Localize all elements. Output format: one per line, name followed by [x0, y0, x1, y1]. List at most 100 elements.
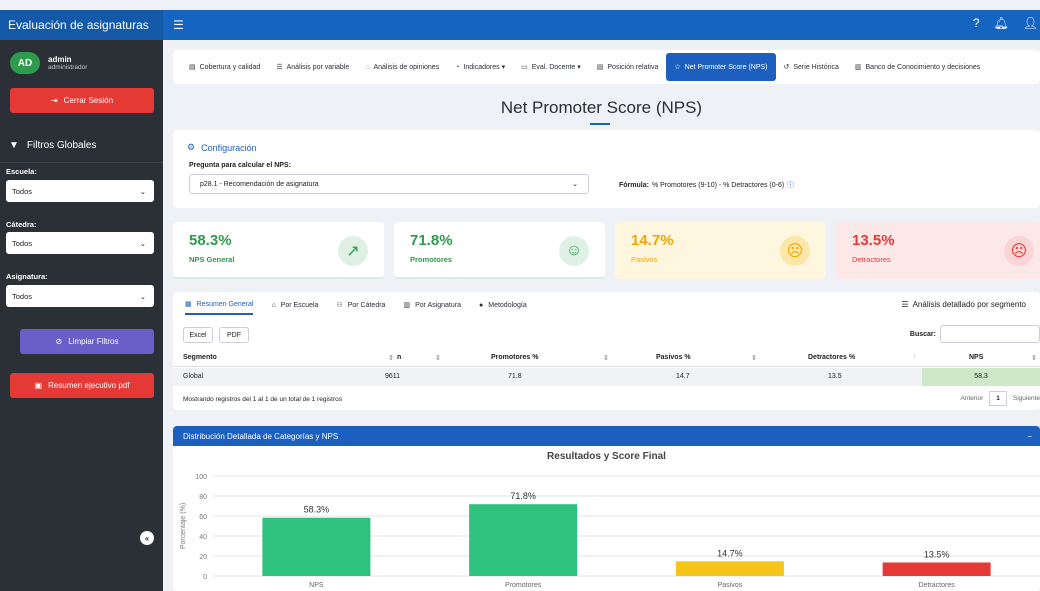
- subtab-label: Por Asignatura: [415, 301, 461, 309]
- asignatura-label: Asignatura:: [6, 272, 48, 281]
- tab-banco-conocimiento[interactable]: ▥ Banco de Conocimiento y decisiones: [847, 51, 988, 83]
- configuration-card: ⚙ Configuración Pregunta para calcular e…: [173, 130, 1040, 208]
- book-icon: ▥: [854, 64, 862, 71]
- bar: [469, 504, 578, 576]
- detailed-analysis-link[interactable]: ☰ Análisis detallado por segmento: [901, 300, 1026, 309]
- subtab-label: Por Cátedra: [347, 301, 386, 309]
- y-tick-label: 40: [199, 534, 207, 541]
- asignatura-select-value: Todos: [12, 291, 33, 301]
- bar: [675, 561, 784, 576]
- tab-analisis-opiniones[interactable]: ◌ Análisis de opiniones: [357, 51, 447, 83]
- catedra-select[interactable]: Todos ⌄: [6, 232, 154, 254]
- chevron-down-icon: ⌄: [572, 181, 578, 188]
- neutral-face-icon: ☹: [780, 236, 810, 266]
- kpi-nps-card: 58.3% NPS General ↗: [173, 222, 384, 279]
- tab-eval-docente[interactable]: ▭ Eval. Docente ▾: [513, 51, 589, 83]
- kpi-detractores-card: 13.5% Detractores ☹: [836, 222, 1040, 279]
- table-info: Mostrando registros del 1 al 1 de un tot…: [183, 396, 342, 403]
- formula-value: % Promotores (9-10) - % Detractores (0-6…: [651, 181, 785, 189]
- page-1-button[interactable]: 1: [989, 391, 1007, 406]
- export-pdf-button[interactable]: PDF: [219, 327, 249, 343]
- formula-text: Fórmula: % Promotores (9-10) - % Detract…: [619, 180, 794, 190]
- menu-toggle-icon[interactable]: ☰: [173, 18, 184, 32]
- page-title: Net Promoter Score (NPS): [500, 98, 703, 117]
- column-header-nps[interactable]: NPS: [969, 354, 983, 361]
- executive-summary-pdf-label: Resumen ejecutivo pdf: [48, 381, 130, 390]
- cell-segmento: Global: [183, 373, 204, 380]
- pdf-file-icon: ▣: [34, 381, 43, 390]
- tab-por-escuela[interactable]: ⌂ Por Escuela: [271, 300, 318, 315]
- column-header-segmento[interactable]: Segmento: [183, 354, 217, 361]
- sort-icon: ⇕: [435, 355, 441, 362]
- tab-posicion-relativa[interactable]: ▤ Posición relativa: [589, 51, 667, 83]
- escuela-select[interactable]: Todos ⌄: [6, 180, 154, 202]
- subtab-label: Resumen General: [196, 300, 254, 308]
- tab-cobertura[interactable]: ▤ Cobertura y calidad: [181, 51, 268, 83]
- minimize-icon[interactable]: −: [1027, 432, 1032, 441]
- sidebar: AD admin administrador ⇥ Cerrar Sesión ▼…: [0, 40, 163, 591]
- main-content: ▤ Cobertura y calidad ☰ Análisis por varia…: [163, 40, 1040, 591]
- tab-por-asignatura[interactable]: ▥ Por Asignatura: [403, 300, 461, 315]
- tab-metodologia[interactable]: ● Metodología: [479, 300, 527, 315]
- help-icon[interactable]: ?: [973, 16, 980, 30]
- gear-icon: ⚙: [187, 142, 196, 152]
- top-navbar: Evaluación de asignaturas ☰ ? 🔔︎ 👤︎: [0, 10, 1040, 40]
- bar: [262, 517, 371, 576]
- next-page-button[interactable]: Siguiente: [1013, 395, 1040, 402]
- info-icon[interactable]: ⓘ: [787, 180, 794, 190]
- export-excel-button[interactable]: Excel: [183, 327, 213, 343]
- logout-label: Cerrar Sesión: [63, 96, 114, 105]
- tab-label: Cobertura y calidad: [199, 63, 261, 71]
- asignatura-select[interactable]: Todos ⌄: [6, 285, 154, 307]
- clear-filters-button[interactable]: ⊘ Limpiar Filtros: [20, 329, 154, 354]
- tab-serie-historica[interactable]: ↺ Serie Histórica: [776, 51, 847, 83]
- y-tick-label: 80: [199, 494, 207, 501]
- notifications-bell-icon[interactable]: 🔔︎: [994, 16, 1009, 30]
- cell-detractores: 13.5: [828, 373, 842, 380]
- user-menu-icon[interactable]: 👤︎: [1023, 16, 1038, 30]
- sad-face-icon: ☹: [1004, 236, 1034, 266]
- question-select[interactable]: p28.1 - Recomendación de asignatura ⌄: [189, 174, 589, 194]
- search-input[interactable]: [940, 325, 1040, 343]
- search-label: Buscar:: [909, 331, 936, 338]
- app-title[interactable]: Evaluación de asignaturas: [0, 10, 163, 40]
- gauge-icon: ◔: [455, 63, 460, 71]
- column-header-n[interactable]: n: [397, 354, 401, 361]
- tab-analisis-variable[interactable]: ☰ Análisis por variable: [268, 51, 357, 83]
- x-tick-label: NPS: [309, 582, 324, 589]
- tab-resumen-general[interactable]: ▦ Resumen General: [185, 300, 254, 315]
- tab-nps[interactable]: ☆ Net Promoter Score (NPS): [666, 53, 776, 81]
- tab-label: Posición relativa: [607, 63, 659, 71]
- chevron-down-icon: ⌄: [139, 291, 146, 301]
- executive-summary-pdf-button[interactable]: ▣ Resumen ejecutivo pdf: [10, 373, 154, 398]
- clear-filters-label: Limpiar Filtros: [68, 337, 119, 346]
- info-circle-icon: ●: [479, 301, 484, 309]
- data-label: 58.3%: [304, 505, 330, 515]
- configuration-header: ⚙ Configuración: [187, 142, 257, 153]
- previous-page-button[interactable]: Anterior: [961, 395, 984, 402]
- teacher-icon: ▭: [521, 64, 528, 71]
- logout-icon: ⇥: [50, 96, 58, 105]
- bar-chart: 0 20 40 60 80 100 Porcentaje (%) 58.3% NPS 71.8% P…: [180, 474, 1040, 589]
- comments-icon: ◌: [365, 63, 370, 71]
- tab-label: Serie Histórica: [793, 63, 839, 71]
- cell-promotores: 71.8: [508, 373, 522, 380]
- y-tick-label: 0: [203, 574, 207, 581]
- institution-icon: ⌂: [271, 301, 276, 309]
- clear-filter-icon: ⊘: [55, 337, 63, 346]
- y-axis-label: Porcentaje (%): [180, 503, 187, 549]
- question-select-value: p28.1 - Recomendación de asignatura: [200, 180, 319, 188]
- column-header-promotores[interactable]: Promotores %: [491, 354, 538, 361]
- collapse-sidebar-icon[interactable]: «: [140, 531, 154, 545]
- table-icon: ▦: [185, 301, 192, 308]
- clipboard-icon: ▤: [189, 64, 196, 71]
- sort-icon: ⇕: [603, 355, 609, 362]
- column-header-detractores[interactable]: Detractores %: [808, 354, 855, 361]
- column-header-pasivos[interactable]: Pasivos %: [656, 354, 691, 361]
- question-label: Pregunta para calcular el NPS:: [189, 162, 291, 169]
- logout-button[interactable]: ⇥ Cerrar Sesión: [10, 88, 154, 113]
- tab-por-catedra[interactable]: ⚇ Por Cátedra: [336, 300, 385, 315]
- catedra-label: Cátedra:: [6, 220, 37, 229]
- data-label: 13.5%: [924, 550, 950, 560]
- tab-indicadores[interactable]: ◔ Indicadores ▾: [447, 51, 513, 83]
